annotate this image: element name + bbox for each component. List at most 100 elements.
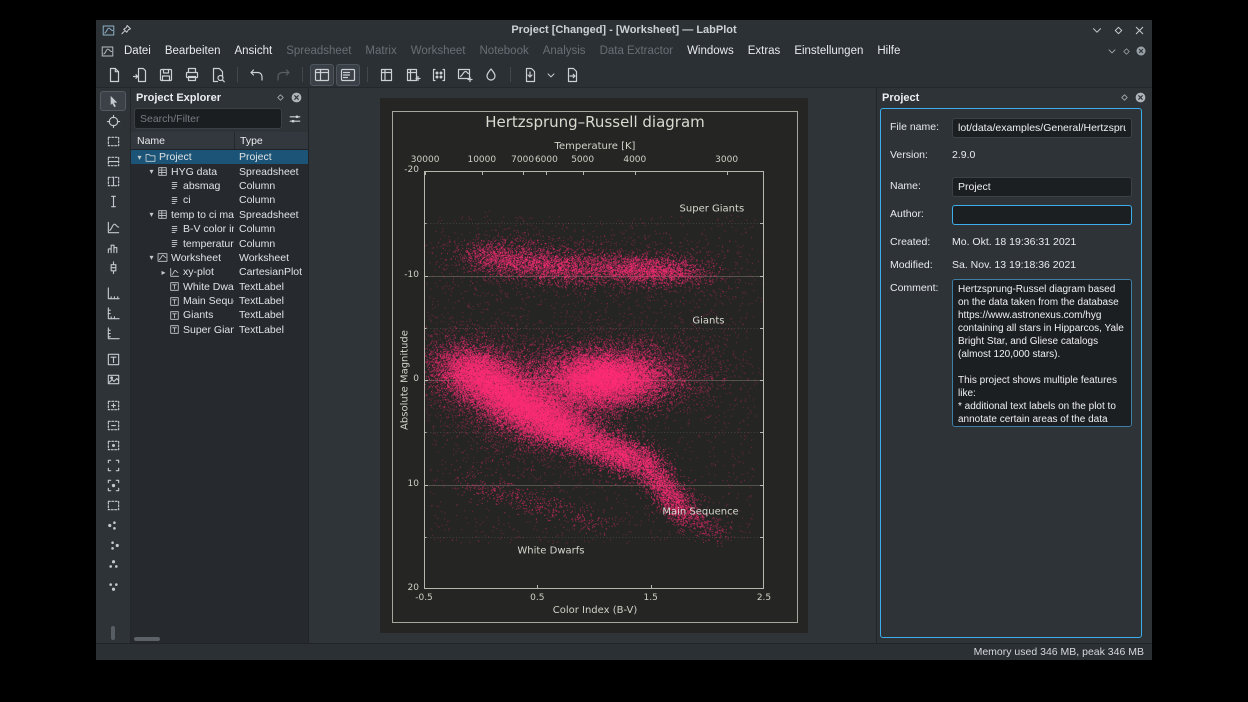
import-dropdown-button[interactable] (544, 64, 558, 86)
y-axis-tick-label: 20 (380, 583, 419, 593)
properties-header[interactable]: Project (877, 88, 1152, 107)
tree-row-xy-plot[interactable]: ▸xy-plotCartesianPlot (131, 265, 308, 279)
new-notebook-button[interactable] (479, 64, 503, 86)
zoom-original-button[interactable] (100, 435, 126, 455)
mdi-window-icon[interactable] (101, 45, 114, 58)
float-dock-icon[interactable] (1119, 92, 1130, 103)
add-histogram-button[interactable] (100, 237, 126, 257)
close-dock-icon[interactable] (1134, 91, 1147, 104)
select-y-region-button[interactable] (100, 171, 126, 191)
shift-right-x-button[interactable] (100, 535, 126, 555)
print-button[interactable] (180, 64, 204, 86)
close-dock-icon[interactable] (290, 91, 303, 104)
save-project-button[interactable] (154, 64, 178, 86)
mdi-close-button[interactable] (1135, 45, 1147, 57)
tree-header[interactable]: Name Type (131, 132, 308, 150)
minimize-button[interactable] (1090, 23, 1104, 37)
tree-row-giants[interactable]: GiantsTextLabel (131, 308, 308, 322)
new-spreadsheet-button[interactable] (401, 64, 425, 86)
mdi-minimize-button[interactable] (1106, 45, 1118, 57)
tree-expander-icon[interactable]: ▾ (146, 253, 157, 262)
open-project-button[interactable] (128, 64, 152, 86)
menu-ansicht[interactable]: Ansicht (227, 43, 279, 59)
menu-einstellungen[interactable]: Einstellungen (787, 43, 870, 59)
tree-row-hyg-data[interactable]: ▾HYG dataSpreadsheet (131, 164, 308, 178)
shift-left-x-button[interactable] (100, 515, 126, 535)
hr-scatter-canvas[interactable] (424, 171, 764, 589)
redo-button[interactable] (271, 64, 295, 86)
add-boxplot-button[interactable] (100, 257, 126, 277)
menu-bearbeiten[interactable]: Bearbeiten (158, 43, 228, 59)
new-matrix-button[interactable] (427, 64, 451, 86)
tree-row-b-v-color-index[interactable]: B-V color indexColumn (131, 222, 308, 236)
author-field[interactable] (952, 205, 1132, 225)
auto-scale-button[interactable] (100, 455, 126, 475)
export-button[interactable] (560, 64, 584, 86)
properties-title: Project (882, 92, 919, 104)
tree-row-white-dwarfs[interactable]: White DwarfsTextLabel (131, 280, 308, 294)
zoom-out-button[interactable] (100, 415, 126, 435)
tree-row-project[interactable]: ▾ProjectProject (131, 150, 308, 164)
select-region-button[interactable] (100, 131, 126, 151)
column-header-type[interactable]: Type (234, 132, 308, 149)
toggle-properties-dock-button[interactable] (336, 64, 360, 86)
navigate-button[interactable] (100, 91, 126, 111)
comment-field[interactable] (952, 279, 1132, 427)
cursor-tool-button[interactable] (100, 191, 126, 211)
main-toolbar (96, 62, 1152, 88)
close-button[interactable] (1133, 24, 1146, 37)
new-project-button[interactable] (102, 64, 126, 86)
add-text-label-button[interactable] (100, 349, 126, 369)
auto-scale-x-button[interactable] (100, 475, 126, 495)
tree-row-main-sequence[interactable]: Main SequenceTextLabel (131, 294, 308, 308)
tree-expander-icon[interactable]: ▾ (134, 153, 145, 162)
maximize-button[interactable] (1112, 24, 1125, 37)
print-preview-button[interactable] (206, 64, 230, 86)
toolbar-scroll-indicator[interactable] (111, 626, 115, 640)
tree-item-type: TextLabel (234, 281, 308, 293)
toggle-project-explorer-icon (314, 67, 330, 83)
add-axis-vertical-button[interactable] (100, 323, 126, 343)
new-worksheet-button[interactable] (453, 64, 477, 86)
column-header-name[interactable]: Name (131, 135, 234, 147)
add-axis-ticks-button[interactable] (100, 303, 126, 323)
add-image-button[interactable] (100, 369, 126, 389)
zoom-in-button[interactable] (100, 395, 126, 415)
select-x-region-button[interactable] (100, 151, 126, 171)
worksheet-page[interactable]: Hertzsprung–Russell diagram Temperature … (380, 98, 808, 633)
tree-expander-icon[interactable]: ▾ (146, 167, 157, 176)
menu-notebook: Notebook (473, 43, 536, 59)
tree-scrollbar[interactable] (134, 637, 160, 641)
project-explorer-header[interactable]: Project Explorer (131, 88, 308, 107)
tree-row-absmag[interactable]: absmagColumn (131, 179, 308, 193)
file-name-field[interactable] (952, 118, 1132, 138)
toggle-project-explorer-button[interactable] (310, 64, 334, 86)
import-file-button[interactable] (518, 64, 542, 86)
menu-extras[interactable]: Extras (741, 43, 788, 59)
new-folder-button[interactable] (375, 64, 399, 86)
pin-icon[interactable] (120, 24, 132, 36)
zoom-and-select-button[interactable] (100, 111, 126, 131)
float-dock-icon[interactable] (275, 92, 286, 103)
undo-button[interactable] (245, 64, 269, 86)
shift-up-y-button[interactable] (100, 555, 126, 575)
tree-expander-icon[interactable]: ▾ (146, 210, 157, 219)
tree-row-ci[interactable]: ciColumn (131, 193, 308, 207)
titlebar[interactable]: Project [Changed] - [Worksheet] — LabPlo… (96, 20, 1152, 40)
menu-hilfe[interactable]: Hilfe (870, 43, 907, 59)
project-name-field[interactable] (952, 177, 1132, 197)
tree-row-worksheet[interactable]: ▾WorksheetWorksheet (131, 251, 308, 265)
add-xy-curve-button[interactable] (100, 217, 126, 237)
menu-datei[interactable]: Datei (117, 43, 158, 59)
filter-options-button[interactable] (285, 109, 305, 129)
search-input[interactable] (134, 108, 282, 129)
mdi-restore-button[interactable] (1121, 46, 1132, 57)
tree-row-super-giants[interactable]: Super GiantsTextLabel (131, 323, 308, 337)
tree-row-temp-to-ci-mapping[interactable]: ▾temp to ci mappingSpreadsheet (131, 208, 308, 222)
tree-row-temperature[interactable]: temperatureColumn (131, 236, 308, 250)
add-axis-horizontal-button[interactable] (100, 283, 126, 303)
auto-scale-y-button[interactable] (100, 495, 126, 515)
shift-down-y-button[interactable] (100, 575, 126, 595)
menu-windows[interactable]: Windows (680, 43, 741, 59)
tree-expander-icon[interactable]: ▸ (158, 268, 169, 277)
